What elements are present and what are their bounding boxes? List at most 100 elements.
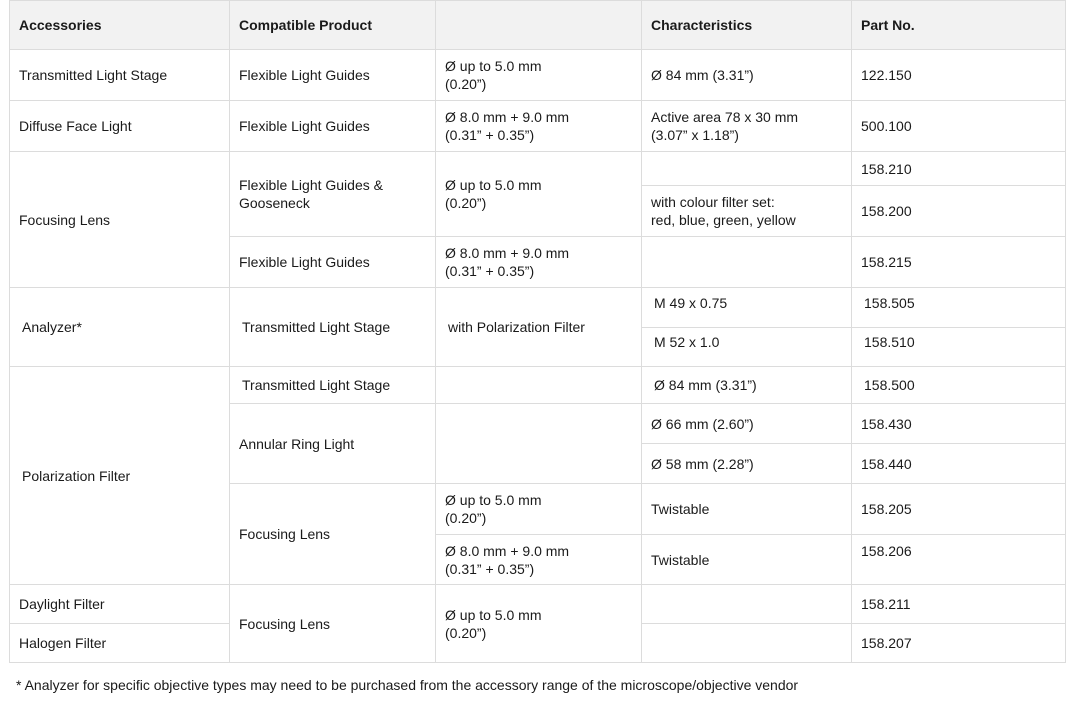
cell-text: Focusing Lens: [239, 615, 331, 632]
table-cell-spec: [435, 366, 642, 404]
header-accessories: Accessories: [9, 0, 230, 50]
table-cell-part-no: 158.211: [851, 584, 1066, 624]
cell-text: Active area 78 x 30 mm: [651, 109, 799, 125]
cell-text: 158.210: [861, 160, 912, 177]
table-cell-spec: Ø 8.0 mm + 9.0 mm (0.31” + 0.35”): [435, 100, 642, 152]
table-cell-characteristics: [641, 151, 852, 186]
cell-text: Focusing Lens: [19, 211, 111, 228]
table-cell-compatible: Focusing Lens: [229, 584, 436, 663]
table-cell-characteristics: M 49 x 0.75: [641, 287, 852, 328]
cell-text: 158.500: [864, 377, 915, 393]
cell-text: Ø up to 5.0 mm: [445, 58, 542, 74]
table-cell-compatible: Flexible Light Guides: [229, 236, 436, 288]
cell-text: 158.510: [864, 334, 915, 350]
table-cell-characteristics: Twistable: [641, 534, 852, 585]
table-cell-characteristics: M 52 x 1.0: [641, 327, 852, 367]
table-cell-characteristics: Twistable: [641, 483, 852, 535]
cell-text: (0.20”): [445, 624, 487, 641]
cell-text: Gooseneck: [239, 195, 310, 211]
cell-text: 158.440: [861, 455, 912, 472]
table-cell-compatible: Transmitted Light Stage: [229, 287, 436, 367]
cell-text: Ø 84 mm (3.31”): [651, 67, 754, 83]
table-cell-characteristics: Ø 58 mm (2.28”): [641, 443, 852, 484]
table-cell-accessory: Analyzer*: [9, 287, 230, 367]
table-cell-spec: Ø 8.0 mm + 9.0 mm (0.31” + 0.35”): [435, 534, 642, 585]
header-label: Characteristics: [651, 17, 753, 33]
cell-text: (0.20”): [445, 195, 487, 211]
cell-text: 500.100: [861, 118, 912, 134]
table-cell-compatible: Flexible Light Guides & Gooseneck: [229, 151, 436, 237]
table-cell-part-no: 158.205: [851, 483, 1066, 535]
cell-text: Transmitted Light Stage: [242, 319, 391, 335]
cell-text: M 49 x 0.75: [654, 295, 728, 311]
cell-text: Flexible Light Guides: [239, 118, 370, 134]
cell-text: Twistable: [651, 551, 710, 568]
cell-text: Annular Ring Light: [239, 435, 355, 452]
header-label: Accessories: [19, 17, 102, 33]
table-cell-spec: Ø up to 5.0 mm (0.20”): [435, 584, 642, 663]
cell-text: (0.31” + 0.35”): [445, 127, 535, 143]
cell-text: with colour filter set:: [651, 194, 775, 210]
cell-text: 158.206: [861, 543, 912, 559]
table-cell-accessory: Daylight Filter: [9, 584, 230, 624]
cell-text: 158.200: [861, 203, 912, 219]
cell-text: Diffuse Face Light: [19, 118, 132, 134]
table-cell-compatible: Focusing Lens: [229, 483, 436, 585]
table-cell-compatible: Flexible Light Guides: [229, 49, 436, 101]
table-cell-part-no: 158.510: [851, 327, 1066, 367]
cell-text: Halogen Filter: [19, 635, 107, 651]
table-cell-characteristics: Ø 84 mm (3.31”): [641, 49, 852, 101]
table-cell-part-no: 158.500: [851, 366, 1066, 404]
cell-text: Ø 84 mm (3.31”): [654, 377, 757, 393]
cell-text: Daylight Filter: [19, 596, 105, 612]
table-cell-part-no: 158.206: [851, 534, 1066, 585]
table-cell-characteristics: [641, 584, 852, 624]
cell-text: Flexible Light Guides &: [239, 177, 383, 193]
table-cell-characteristics: [641, 623, 852, 663]
table-cell-accessory: Polarization Filter: [9, 366, 230, 585]
cell-text: Ø 58 mm (2.28”): [651, 455, 754, 472]
header-spec: [435, 0, 642, 50]
table-cell-spec: Ø up to 5.0 mm (0.20”): [435, 483, 642, 535]
cell-text: Focusing Lens: [239, 526, 331, 542]
table-cell-accessory: Transmitted Light Stage: [9, 49, 230, 101]
cell-text: Polarization Filter: [22, 467, 131, 484]
header-compatible-product: Compatible Product: [229, 0, 436, 50]
cell-text: Ø up to 5.0 mm: [445, 492, 542, 508]
table-cell-part-no: 158.505: [851, 287, 1066, 328]
cell-text: Transmitted Light Stage: [19, 67, 168, 83]
table-cell-compatible: Transmitted Light Stage: [229, 366, 436, 404]
table-cell-characteristics: Active area 78 x 30 mm (3.07” x 1.18”): [641, 100, 852, 152]
table-cell-characteristics: with colour filter set: red, blue, green,…: [641, 185, 852, 237]
cell-text: (3.07” x 1.18”): [651, 127, 739, 143]
cell-text: (0.31” + 0.35”): [445, 560, 535, 577]
header-label: Compatible Product: [239, 17, 373, 33]
cell-text: Ø 8.0 mm + 9.0 mm: [445, 245, 570, 261]
table-cell-spec: [435, 403, 642, 484]
cell-text: Ø 8.0 mm + 9.0 mm: [445, 542, 570, 559]
table-cell-part-no: 158.215: [851, 236, 1066, 288]
cell-text: 158.211: [861, 596, 911, 612]
table-cell-spec: with Polarization Filter: [435, 287, 642, 367]
cell-text: 158.207: [861, 635, 912, 651]
table-cell-part-no: 158.207: [851, 623, 1066, 663]
cell-text: Flexible Light Guides: [239, 67, 370, 83]
table-cell-characteristics: Ø 66 mm (2.60”): [641, 403, 852, 444]
table-cell-part-no: 158.440: [851, 443, 1066, 484]
cell-text: Transmitted Light Stage: [242, 377, 391, 393]
cell-text: 158.205: [861, 501, 912, 517]
table-cell-characteristics: [641, 236, 852, 288]
table-cell-part-no: 158.200: [851, 185, 1066, 237]
table-cell-accessory: Halogen Filter: [9, 623, 230, 663]
table-cell-compatible: Flexible Light Guides: [229, 100, 436, 152]
accessories-table: Accessories Compatible Product Character…: [9, 0, 1066, 663]
table-cell-spec: Ø up to 5.0 mm (0.20”): [435, 151, 642, 237]
cell-text: (0.20”): [445, 510, 487, 526]
table-cell-part-no: 500.100: [851, 100, 1066, 152]
header-part-no: Part No.: [851, 0, 1066, 50]
cell-text: red, blue, green, yellow: [651, 212, 796, 228]
cell-text: M 52 x 1.0: [654, 334, 720, 350]
cell-text: with Polarization Filter: [448, 319, 585, 335]
cell-text: Ø 66 mm (2.60”): [651, 415, 754, 432]
cell-text: 158.430: [861, 415, 912, 432]
